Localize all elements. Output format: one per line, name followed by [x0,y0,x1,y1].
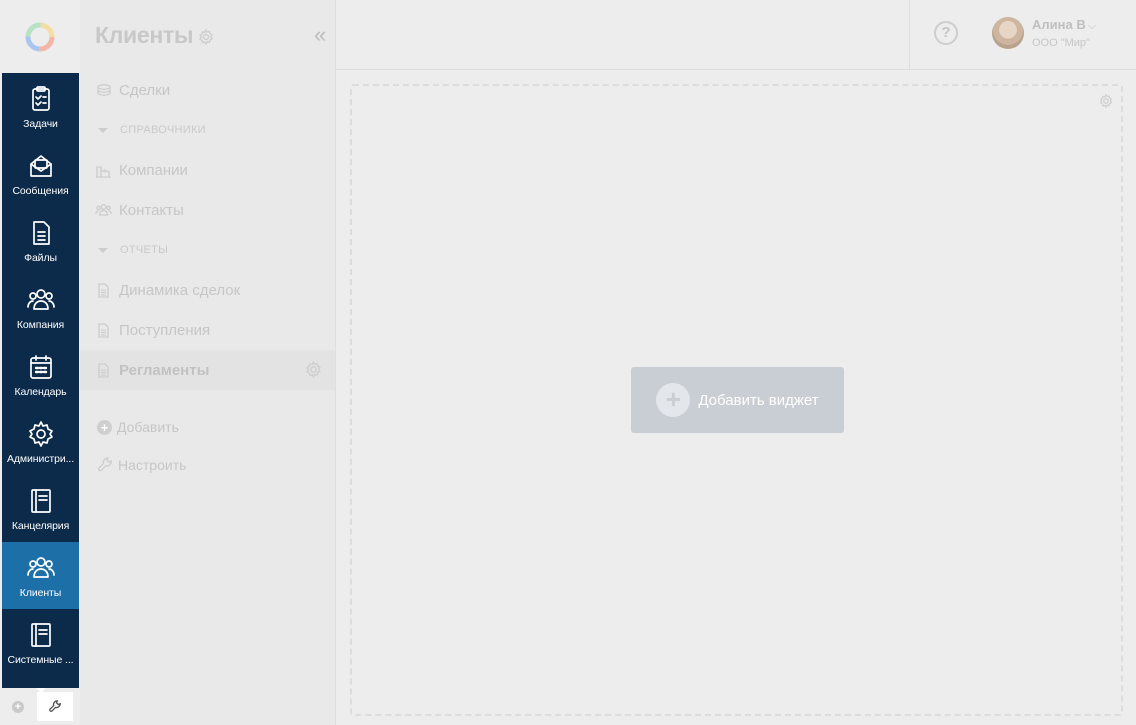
document-icon [98,282,109,298]
wrench-icon [97,457,112,472]
group-reports[interactable]: ОТЧЕТЫ [80,230,335,270]
sidebar-item-deals[interactable]: Сделки [80,70,335,110]
configure-label: Настроить [118,457,187,473]
app-logo[interactable] [0,0,80,73]
system-book-icon [30,622,51,647]
rail-item-label: Файлы [24,251,57,264]
add-widget-button[interactable]: + Добавить виджет [631,367,844,433]
document-icon [98,322,109,338]
office-book-icon [30,488,51,513]
rail-add-button[interactable]: + [0,688,36,725]
rail-item-label: Задачи [23,117,58,130]
sidebar-item-regulations[interactable]: Регламенты [80,350,335,390]
calendar-icon [29,354,52,379]
sidebar-item-label: Сделки [119,81,171,99]
collapse-sidebar-icon[interactable]: « [314,24,326,46]
user-menu[interactable]: Алина В ⌵ [1032,17,1096,33]
deals-icon [97,83,111,96]
add-label: Добавить [117,419,179,435]
rail-item-label: Администри... [6,452,75,465]
chevron-down-icon: ⌵ [1087,20,1097,32]
add-section-button[interactable]: + Добавить [80,408,335,446]
rail-item-tasks[interactable]: Задачи [2,73,79,140]
wrench-icon [48,700,61,712]
admin-gear-icon [28,420,53,447]
rail-item-administration[interactable]: Администри... [2,408,79,475]
rail-item-clients[interactable]: Клиенты [2,542,79,609]
rail-bottom-bar: + [0,688,80,725]
sidebar-item-label: Поступления [119,321,211,339]
gear-icon[interactable] [197,28,215,46]
document-icon [98,362,109,378]
sidebar-item-label: Компании [119,161,188,179]
sidebar-header: Клиенты « [80,0,335,70]
rail-item-calendar[interactable]: Календарь [2,341,79,408]
sidebar-item-label: Контакты [119,201,184,219]
rail-settings-button[interactable] [37,692,73,721]
sidebar-item-receipts[interactable]: Поступления [80,310,335,350]
rail-item-label: Сообщения [12,184,69,197]
section-sidebar: Клиенты « Сделки СПРАВОЧНИКИ Компании Ко… [80,0,336,725]
avatar[interactable] [992,17,1024,49]
tasks-icon [31,85,50,111]
chevron-down-icon [98,247,108,253]
group-label: ОТЧЕТЫ [120,244,169,256]
plus-icon: + [12,700,24,713]
sidebar-item-contacts[interactable]: Контакты [80,190,335,230]
files-icon [32,220,50,245]
widget-canvas: + Добавить виджет [350,84,1123,716]
sidebar-item-label: Регламенты [119,361,210,379]
rail-item-label: Клиенты [19,586,62,599]
gear-icon[interactable] [1098,93,1114,109]
add-widget-label: Добавить виджет [698,391,819,409]
plus-circle-icon: + [656,383,691,417]
rail-item-label: Канцелярия [11,519,70,532]
user-name: Алина В [1032,17,1086,32]
main-nav-rail: Задачи Сообщения Файлы Компания Календар… [2,73,79,693]
messages-icon [29,154,52,177]
logo-icon [25,22,55,51]
configure-button[interactable]: Настроить [80,446,335,484]
sidebar-nav: Сделки СПРАВОЧНИКИ Компании Контакты ОТЧ… [80,70,335,390]
rail-item-messages[interactable]: Сообщения [2,140,79,207]
sidebar-actions: + Добавить Настроить [80,408,335,484]
rail-item-label: Компания [16,318,65,331]
group-label: СПРАВОЧНИКИ [120,124,206,136]
rail-item-company[interactable]: Компания [2,274,79,341]
chevron-down-icon [98,127,108,133]
rail-item-label: Календарь [14,385,67,398]
rail-item-label: Системные ... [7,653,74,666]
rail-item-files[interactable]: Файлы [2,207,79,274]
top-header: ? Алина В ⌵ ООО "Мир" [336,0,1136,70]
sidebar-item-companies[interactable]: Компании [80,150,335,190]
gear-icon[interactable] [304,360,323,379]
company-icon [26,288,55,310]
rail-item-system[interactable]: Системные ... [2,609,79,676]
companies-icon [96,165,111,178]
sidebar-item-label: Динамика сделок [119,281,241,299]
plus-circle-icon: + [97,419,112,435]
user-organization: ООО "Мир" [1032,37,1090,49]
sidebar-item-deal-dynamics[interactable]: Динамика сделок [80,270,335,310]
header-divider [909,0,910,69]
sidebar-title: Клиенты [95,21,194,48]
clients-icon [26,556,55,578]
contacts-icon [95,203,112,216]
group-directories[interactable]: СПРАВОЧНИКИ [80,110,335,150]
help-icon[interactable]: ? [934,21,958,45]
rail-item-office[interactable]: Канцелярия [2,475,79,542]
